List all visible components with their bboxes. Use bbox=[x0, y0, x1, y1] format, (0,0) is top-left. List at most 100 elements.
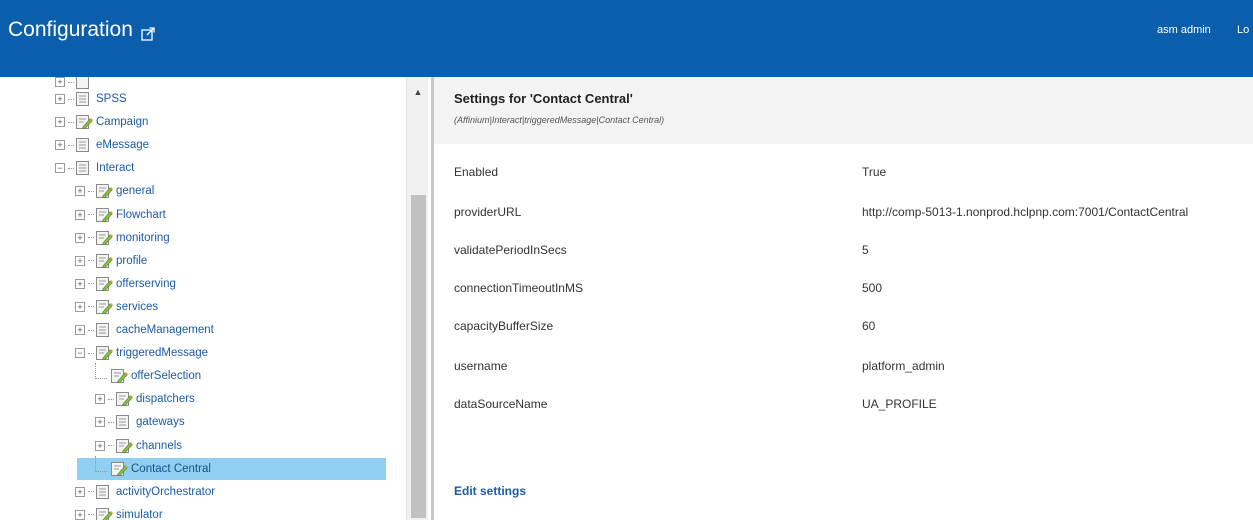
edit-settings-link[interactable]: Edit settings bbox=[454, 484, 526, 498]
collapse-icon[interactable]: − bbox=[55, 163, 65, 174]
edit-node-icon bbox=[116, 438, 136, 453]
expand-icon[interactable]: + bbox=[75, 301, 85, 312]
node-icon bbox=[76, 92, 96, 106]
tree-item-selected[interactable]: Contact Central bbox=[77, 455, 386, 480]
tree-item-label: SPSS bbox=[96, 93, 127, 105]
tree-item[interactable]: + profile bbox=[75, 250, 147, 272]
tree-item[interactable]: + services bbox=[75, 296, 158, 318]
tree-item-label: dispatchers bbox=[136, 393, 195, 406]
tree-item-label: services bbox=[116, 300, 159, 313]
property-value: 500 bbox=[862, 281, 883, 295]
node-icon bbox=[76, 138, 96, 153]
property-value: 5 bbox=[862, 243, 869, 257]
property-value: UA_PROFILE bbox=[862, 397, 937, 411]
node-icon bbox=[116, 415, 136, 430]
tree-item-label: cacheManagement bbox=[116, 324, 214, 336]
expand-icon[interactable]: + bbox=[75, 232, 85, 243]
settings-path: (Affinium|Interact|triggeredMessage|Cont… bbox=[454, 115, 665, 125]
tree-item[interactable]: + general bbox=[75, 180, 154, 202]
tree-item[interactable]: + Flowchart bbox=[75, 204, 166, 226]
edit-node-icon bbox=[96, 299, 116, 314]
tree-item[interactable]: offerSelection bbox=[95, 363, 201, 387]
edit-node-icon bbox=[96, 346, 116, 361]
tree-item-label: profile bbox=[116, 254, 148, 267]
property-name: dataSourceName bbox=[454, 397, 548, 411]
header-title-group: Configuration bbox=[8, 18, 155, 42]
expand-icon[interactable]: + bbox=[55, 94, 65, 104]
logout-link[interactable]: Lo bbox=[1237, 24, 1249, 36]
edit-node-icon bbox=[116, 392, 136, 407]
property-name: capacityBufferSize bbox=[454, 319, 554, 333]
expand-icon[interactable]: + bbox=[75, 278, 85, 289]
expand-icon[interactable]: + bbox=[75, 509, 85, 520]
tree-item-label: Contact Central bbox=[131, 462, 211, 475]
tree-item-label: gateways bbox=[136, 416, 185, 429]
edit-node-icon bbox=[96, 184, 116, 199]
config-tree: + + SPSS + Campaign + eMessage − Interact + gener… bbox=[0, 77, 428, 520]
tree-item[interactable]: − triggeredMessage bbox=[75, 342, 208, 364]
edit-node-icon bbox=[111, 369, 131, 384]
tree-item[interactable]: + gateways bbox=[95, 411, 185, 433]
tree-item-label: simulator bbox=[116, 508, 163, 520]
tree-item-label: Campaign bbox=[96, 116, 149, 129]
tree-item-label: channels bbox=[136, 439, 183, 452]
settings-title: Settings for 'Contact Central' bbox=[454, 91, 633, 106]
tree-item-label: triggeredMessage bbox=[116, 347, 209, 360]
property-name: username bbox=[454, 359, 508, 373]
edit-node-icon bbox=[76, 115, 96, 130]
tree-item[interactable]: + activityOrchestrator bbox=[75, 481, 215, 503]
scroll-up-arrow-icon[interactable]: ▲ bbox=[407, 87, 429, 97]
property-value: http://comp-5013-1.nonprod.hclpnp.com:70… bbox=[862, 205, 1189, 219]
external-link-icon[interactable] bbox=[141, 23, 155, 41]
property-value: True bbox=[862, 165, 887, 179]
edit-node-icon bbox=[96, 230, 116, 245]
user-name[interactable]: asm admin bbox=[1157, 24, 1211, 36]
tree-item-label: general bbox=[116, 185, 155, 198]
expand-icon[interactable]: + bbox=[75, 186, 85, 197]
tree-item-label: activityOrchestrator bbox=[116, 485, 216, 498]
tree-item[interactable]: + Campaign bbox=[55, 111, 148, 133]
tree-item-label: monitoring bbox=[116, 231, 170, 244]
expand-icon[interactable]: + bbox=[95, 417, 105, 428]
settings-panel: Settings for 'Contact Central' (Affinium… bbox=[434, 77, 1253, 520]
property-name: connectionTimeoutInMS bbox=[454, 281, 583, 295]
page-title: Configuration bbox=[8, 18, 133, 41]
node-icon bbox=[76, 161, 96, 176]
tree-item[interactable]: + dispatchers bbox=[95, 388, 195, 410]
property-name: validatePeriodInSecs bbox=[454, 243, 567, 257]
settings-header: Settings for 'Contact Central' (Affinium… bbox=[434, 77, 1253, 144]
edit-node-icon bbox=[96, 507, 116, 520]
tree-item-label: eMessage bbox=[96, 139, 150, 152]
expand-icon[interactable]: + bbox=[75, 255, 85, 266]
tree-scrollbar[interactable]: ▲ bbox=[406, 77, 428, 520]
edit-node-icon bbox=[96, 253, 116, 268]
expand-icon[interactable]: + bbox=[55, 117, 65, 128]
tree-item[interactable]: + SPSS bbox=[55, 88, 127, 110]
expand-icon[interactable]: + bbox=[75, 325, 85, 335]
expand-icon[interactable]: + bbox=[75, 486, 85, 497]
scrollbar-thumb[interactable] bbox=[411, 195, 426, 518]
tree-item[interactable]: + eMessage bbox=[55, 134, 149, 156]
tree-item-label: Interact bbox=[96, 162, 135, 175]
edit-node-icon bbox=[111, 461, 131, 476]
tree-item[interactable]: + monitoring bbox=[75, 227, 170, 249]
tree-item[interactable]: + offerserving bbox=[75, 273, 176, 295]
expand-icon[interactable]: + bbox=[95, 440, 105, 451]
node-icon bbox=[96, 323, 116, 337]
expand-icon[interactable]: + bbox=[95, 394, 105, 405]
expand-icon[interactable]: + bbox=[75, 209, 85, 220]
node-icon bbox=[96, 484, 116, 499]
app-header: Configuration asm admin Lo bbox=[0, 0, 1253, 77]
expand-icon[interactable]: + bbox=[55, 77, 65, 87]
tree-item[interactable]: − Interact bbox=[55, 157, 134, 179]
collapse-icon[interactable]: − bbox=[75, 348, 85, 359]
tree-item[interactable]: + channels bbox=[95, 435, 182, 457]
tree-item[interactable]: + simulator bbox=[75, 504, 163, 520]
tree-item[interactable]: + cacheManagement bbox=[75, 319, 214, 341]
tree-item-label: Flowchart bbox=[116, 208, 166, 221]
property-value: 60 bbox=[862, 319, 876, 333]
edit-node-icon bbox=[96, 207, 116, 222]
property-name: providerURL bbox=[454, 205, 522, 219]
expand-icon[interactable]: + bbox=[55, 140, 65, 151]
property-value: platform_admin bbox=[862, 359, 945, 373]
